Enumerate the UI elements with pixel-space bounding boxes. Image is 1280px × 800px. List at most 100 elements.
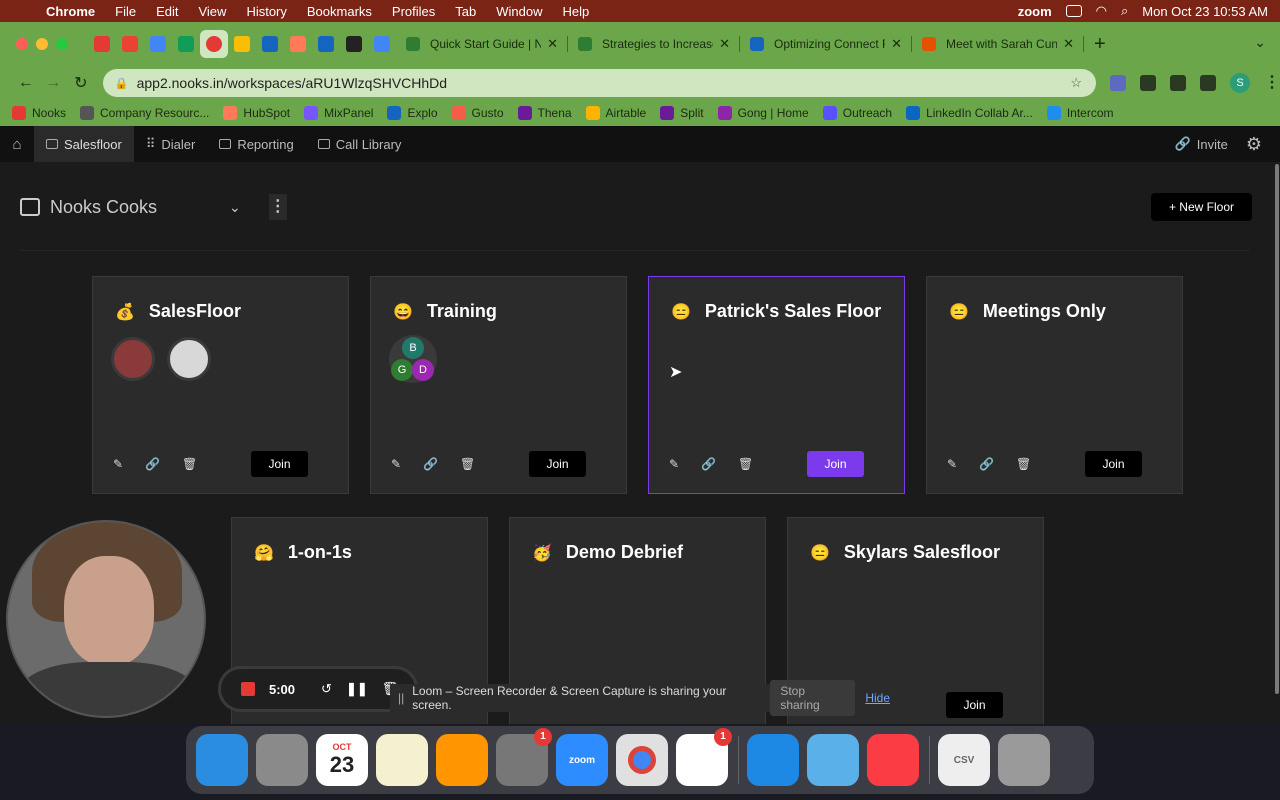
slack-icon[interactable]: 1	[676, 728, 732, 786]
pencil-icon[interactable]: ✎	[113, 457, 123, 471]
bookmark-item[interactable]: Airtable	[585, 106, 646, 120]
close-tab-icon[interactable]: ✕	[891, 36, 902, 52]
pinned-tab[interactable]	[284, 30, 312, 58]
nav-salesfloor[interactable]: Salesfloor	[34, 126, 134, 162]
browser-tab[interactable]: Meet with Sarah Cunda ✕	[912, 28, 1084, 60]
close-tab-icon[interactable]: ✕	[719, 36, 730, 52]
extension-icon[interactable]	[1139, 75, 1156, 91]
trash-icon[interactable]: 🗑	[460, 457, 475, 471]
menu-app-name[interactable]: Chrome	[46, 4, 95, 19]
pinned-tab[interactable]	[172, 30, 200, 58]
workspace-name[interactable]: Nooks Cooks	[50, 197, 157, 218]
close-tab-icon[interactable]: ✕	[1063, 36, 1074, 52]
browser-tab[interactable]: Quick Start Guide | Noo ✕	[396, 28, 568, 60]
bookmark-item[interactable]: Thena	[517, 106, 572, 120]
back-icon[interactable]: ←	[12, 74, 40, 92]
link-icon[interactable]: 🔗	[701, 457, 716, 471]
chevron-down-icon[interactable]: ⌄	[229, 199, 241, 216]
battery-icon[interactable]	[1065, 5, 1082, 17]
pinned-tab[interactable]	[368, 30, 396, 58]
launchpad-icon[interactable]	[256, 734, 308, 786]
pencil-icon[interactable]: ✎	[391, 457, 401, 471]
menu-window[interactable]: Window	[496, 4, 542, 19]
lock-icon[interactable]: 🔒	[115, 77, 129, 90]
bookmark-item[interactable]: Company Resourc...	[80, 106, 209, 120]
menu-bookmarks[interactable]: Bookmarks	[307, 4, 372, 19]
browser-tab[interactable]: Strategies to Increase ✕	[568, 28, 740, 60]
close-window-button[interactable]	[16, 38, 28, 50]
preview-icon[interactable]	[807, 734, 859, 786]
app-store-icon[interactable]	[747, 734, 799, 786]
more-icon[interactable]: ⋮	[1264, 75, 1280, 91]
wifi-icon[interactable]: ◠	[1096, 3, 1107, 19]
drag-handle-icon[interactable]: ||	[398, 691, 404, 705]
floor-card-selected[interactable]: 😑 Patrick's Sales Floor ✎ 🔗 🗑 Join	[648, 276, 905, 494]
join-button[interactable]: Join	[251, 451, 308, 477]
new-floor-button[interactable]: + New Floor	[1150, 193, 1252, 221]
csv-file-icon[interactable]: CSV	[938, 734, 990, 786]
bookmark-item[interactable]: Gusto	[451, 106, 504, 120]
gear-icon[interactable]: ⚙	[1246, 134, 1262, 155]
menu-edit[interactable]: Edit	[156, 4, 178, 19]
profile-avatar[interactable]: S	[1229, 73, 1250, 93]
nav-dialer[interactable]: ⠿ Dialer	[134, 126, 208, 162]
zoom-app-icon[interactable]: zoom	[556, 734, 608, 786]
bookmark-item[interactable]: Intercom	[1046, 106, 1114, 120]
join-button[interactable]: Join	[807, 451, 864, 477]
bookmark-item[interactable]: LinkedIn Collab Ar...	[906, 106, 1033, 120]
menu-tab[interactable]: Tab	[455, 4, 476, 19]
avatar[interactable]	[167, 337, 211, 381]
menu-help[interactable]: Help	[563, 4, 590, 19]
trash-icon[interactable]: 🗑	[1016, 457, 1031, 471]
trash-icon[interactable]: 🗑	[182, 457, 197, 471]
scrollbar-thumb[interactable]	[1275, 164, 1279, 694]
pinned-tab[interactable]	[116, 30, 144, 58]
scrollbar[interactable]	[1274, 162, 1280, 724]
minimize-window-button[interactable]	[36, 38, 48, 50]
tab-search-chevron-icon[interactable]: ⌄	[1254, 34, 1266, 51]
bookmark-item[interactable]: MixPanel	[304, 106, 373, 120]
restart-icon[interactable]: ↺	[321, 681, 332, 697]
stop-sharing-button[interactable]: Stop sharing	[770, 680, 856, 716]
join-button[interactable]: Join	[529, 451, 586, 477]
notes-icon[interactable]	[376, 734, 428, 786]
calendar-icon[interactable]: OCT 23	[316, 734, 368, 786]
search-icon[interactable]: ⌕	[1121, 3, 1128, 19]
pinned-tab[interactable]	[88, 30, 116, 58]
avatar[interactable]	[111, 337, 155, 381]
link-icon[interactable]: 🔗	[979, 457, 994, 471]
url-text[interactable]: app2.nooks.in/workspaces/aRU1WlzqSHVCHhD…	[137, 75, 447, 91]
system-settings-icon[interactable]: 1	[496, 728, 552, 786]
home-icon[interactable]: ⌂	[0, 126, 34, 162]
pencil-icon[interactable]: ✎	[947, 457, 957, 471]
trash-bin-icon[interactable]	[998, 734, 1050, 786]
bookmark-item[interactable]: HubSpot	[223, 106, 290, 120]
pinned-tab[interactable]	[256, 30, 284, 58]
pinned-tab-active[interactable]	[200, 30, 228, 58]
pages-icon[interactable]	[436, 734, 488, 786]
clock[interactable]: Mon Oct 23 10:53 AM	[1142, 4, 1268, 19]
bookmark-star-icon[interactable]: ☆	[1070, 75, 1082, 91]
join-button[interactable]: Join	[1085, 451, 1142, 477]
member-group-avatar[interactable]: B G D	[389, 335, 437, 383]
bookmark-item[interactable]: Gong | Home	[717, 106, 809, 120]
stop-recording-icon[interactable]	[241, 682, 255, 696]
floor-card[interactable]: 😑 Meetings Only ✎ 🔗 🗑 Join	[926, 276, 1183, 494]
menu-view[interactable]: View	[198, 4, 226, 19]
zoom-status-label[interactable]: zoom	[1018, 4, 1052, 19]
sidebar-icon[interactable]	[1199, 75, 1216, 91]
menu-history[interactable]: History	[246, 4, 286, 19]
menu-file[interactable]: File	[115, 4, 136, 19]
link-icon[interactable]: 🔗	[423, 457, 438, 471]
loom-camera-bubble[interactable]	[6, 520, 206, 718]
floor-card[interactable]: 😄 Training B G D ✎ 🔗 🗑 Join	[370, 276, 627, 494]
bookmark-item[interactable]: Explo	[387, 106, 438, 120]
kebab-menu-icon[interactable]: ⋮	[268, 194, 287, 220]
bookmark-item[interactable]: Nooks	[12, 106, 66, 120]
bookmark-item[interactable]: Outreach	[822, 106, 892, 120]
pause-icon[interactable]: ❚❚	[346, 681, 368, 697]
trash-icon[interactable]: 🗑	[738, 457, 753, 471]
join-button[interactable]: Join	[946, 692, 1003, 718]
hide-button[interactable]: Hide	[865, 691, 890, 705]
bookmark-item[interactable]: Split	[660, 106, 704, 120]
